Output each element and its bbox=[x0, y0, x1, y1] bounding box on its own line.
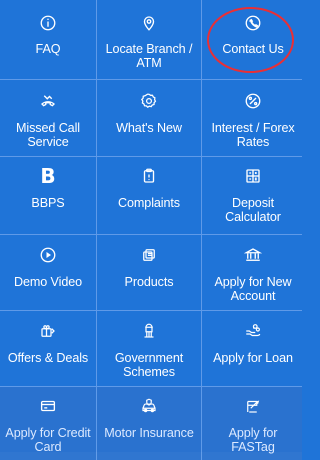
faq-tile[interactable]: FAQ bbox=[0, 0, 96, 79]
offers-icon bbox=[39, 322, 57, 340]
motor-insurance-tile[interactable]: Motor Insurance bbox=[97, 387, 201, 460]
apply-new-account-label: Apply for New Account bbox=[214, 275, 292, 303]
locate-branch-atm-tile[interactable]: Locate Branch / ATM bbox=[97, 0, 201, 79]
bbps-label: BBPS bbox=[31, 196, 65, 210]
interest-forex-rates-tile[interactable]: Interest / Forex Rates bbox=[202, 80, 302, 156]
products-tile[interactable]: Products bbox=[97, 235, 201, 310]
fastag-icon bbox=[244, 397, 262, 415]
demo-video-tile[interactable]: Demo Video bbox=[0, 235, 96, 310]
percent-icon bbox=[244, 92, 262, 110]
apply-new-account-tile[interactable]: Apply for New Account bbox=[202, 235, 302, 310]
location-pin-icon bbox=[140, 14, 158, 32]
contact-us-tile[interactable]: Contact Us bbox=[202, 0, 302, 79]
calculator-icon bbox=[244, 167, 262, 185]
play-icon bbox=[39, 246, 57, 264]
complaint-icon bbox=[140, 167, 158, 185]
demo-video-label: Demo Video bbox=[13, 275, 83, 289]
offers-deals-label: Offers & Deals bbox=[7, 351, 89, 365]
bbps-icon: B bbox=[40, 164, 56, 188]
motor-insurance-label: Motor Insurance bbox=[104, 426, 194, 440]
whats-new-tile[interactable]: What's New bbox=[97, 80, 201, 156]
missed-call-icon bbox=[39, 92, 57, 110]
apply-for-loan-tile[interactable]: Apply for Loan bbox=[202, 311, 302, 386]
phone-icon bbox=[244, 14, 262, 32]
apply-for-loan-label: Apply for Loan bbox=[213, 351, 293, 365]
missed-call-service-tile[interactable]: Missed Call Service bbox=[0, 80, 96, 156]
info-icon bbox=[39, 14, 57, 32]
loan-icon bbox=[244, 322, 262, 340]
government-schemes-tile[interactable]: Government Schemes bbox=[97, 311, 201, 386]
emblem-icon bbox=[140, 322, 158, 340]
locate-branch-atm-label: Locate Branch / ATM bbox=[105, 42, 193, 70]
contact-us-label: Contact Us bbox=[222, 42, 284, 56]
quick-links-grid: FAQ Locate Branch / ATM Contact Us Misse… bbox=[0, 0, 302, 460]
apply-credit-card-label: Apply for Credit Card bbox=[5, 426, 91, 454]
apply-for-fastag-label: Apply for FASTag bbox=[228, 426, 278, 454]
bbps-tile[interactable]: B BBPS bbox=[0, 157, 96, 234]
government-schemes-label: Government Schemes bbox=[114, 351, 184, 379]
interest-forex-rates-label: Interest / Forex Rates bbox=[211, 121, 295, 149]
deposit-calculator-label: Deposit Calculator bbox=[225, 196, 281, 224]
offers-deals-tile[interactable]: Offers & Deals bbox=[0, 311, 96, 386]
motor-insurance-icon bbox=[140, 397, 158, 415]
credit-card-icon bbox=[39, 397, 57, 415]
complaints-label: Complaints bbox=[118, 196, 180, 210]
apply-credit-card-tile[interactable]: Apply for Credit Card bbox=[0, 387, 96, 460]
missed-call-service-label: Missed Call Service bbox=[16, 121, 80, 149]
bank-icon bbox=[244, 246, 262, 264]
products-icon bbox=[140, 246, 158, 264]
quick-links-screen: FAQ Locate Branch / ATM Contact Us Misse… bbox=[0, 0, 302, 460]
new-badge-icon bbox=[140, 92, 158, 110]
apply-for-fastag-tile[interactable]: Apply for FASTag bbox=[202, 387, 302, 460]
whats-new-label: What's New bbox=[116, 121, 182, 135]
products-label: Products bbox=[124, 275, 174, 289]
faq-label: FAQ bbox=[35, 42, 61, 56]
complaints-tile[interactable]: Complaints bbox=[97, 157, 201, 234]
deposit-calculator-tile[interactable]: Deposit Calculator bbox=[202, 157, 302, 234]
